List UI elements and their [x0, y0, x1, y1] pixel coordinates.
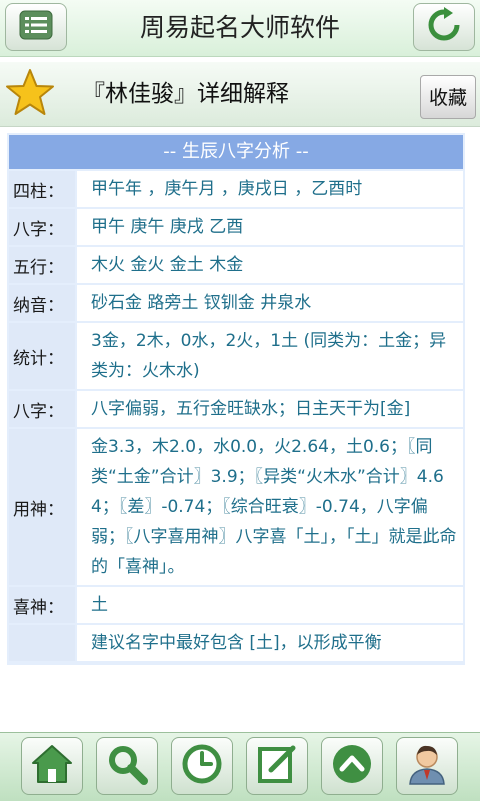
row-label — [9, 625, 75, 661]
home-icon — [30, 743, 74, 789]
row-label: 四柱： — [9, 171, 75, 207]
row-value: 甲午年 ，庚午月 ，庚戌日 ，乙酉时 — [77, 171, 463, 207]
row-label: 五行： — [9, 247, 75, 283]
bottom-nav-bar — [0, 732, 480, 801]
content-scroll-area[interactable]: -- 生辰八字分析 -- 四柱： 甲午年 ，庚午月 ，庚戌日 ，乙酉时 八字： … — [0, 130, 480, 732]
section-title: -- 生辰八字分析 -- — [9, 135, 463, 169]
table-row: 五行： 木火 金火 金土 木金 — [9, 247, 463, 283]
name-detail-title: 『林佳骏』详细解释 — [82, 81, 289, 107]
user-button[interactable] — [396, 737, 458, 795]
row-label: 用神： — [9, 429, 75, 585]
row-label: 八字： — [9, 391, 75, 427]
favorite-button[interactable]: 收藏 — [420, 75, 476, 119]
user-icon — [405, 742, 449, 790]
history-button[interactable] — [171, 737, 233, 795]
table-row: 用神： 金3.3，木2.0，水0.0，火2.64，土0.6；〖同类“土金”合计〗… — [9, 429, 463, 585]
table-row: 建议名字中最好包含 [土]，以形成平衡 — [9, 625, 463, 661]
refresh-button[interactable] — [413, 3, 475, 51]
scroll-top-button[interactable] — [321, 737, 383, 795]
app-top-bar: 周易起名大师软件 — [0, 0, 480, 57]
row-value: 甲午 庚午 庚戌 乙酉 — [77, 209, 463, 245]
table-row: 八字： 甲午 庚午 庚戌 乙酉 — [9, 209, 463, 245]
search-button[interactable] — [96, 737, 158, 795]
row-label: 喜神： — [9, 587, 75, 623]
row-value: 土 — [77, 587, 463, 623]
menu-button[interactable] — [5, 3, 67, 51]
bazi-analysis-panel: -- 生辰八字分析 -- 四柱： 甲午年 ，庚午月 ，庚戌日 ，乙酉时 八字： … — [7, 133, 465, 665]
search-icon — [105, 742, 149, 790]
detail-header: 『林佳骏』详细解释 收藏 — [0, 62, 480, 127]
table-row: 纳音： 砂石金 路旁土 钗钏金 井泉水 — [9, 285, 463, 321]
app-title: 周易起名大师软件 — [139, 13, 340, 42]
table-row: 八字： 八字偏弱，五行金旺缺水；日主天干为[金] — [9, 391, 463, 427]
edit-icon — [255, 742, 299, 790]
row-value: 金3.3，木2.0，水0.0，火2.64，土0.6；〖同类“土金”合计〗3.9；… — [77, 429, 463, 585]
row-value: 八字偏弱，五行金旺缺水；日主天干为[金] — [77, 391, 463, 427]
star-icon[interactable] — [4, 67, 56, 123]
chevron-up-icon — [330, 742, 374, 790]
home-button[interactable] — [21, 737, 83, 795]
row-value: 砂石金 路旁土 钗钏金 井泉水 — [77, 285, 463, 321]
table-row: 四柱： 甲午年 ，庚午月 ，庚戌日 ，乙酉时 — [9, 171, 463, 207]
table-row: 统计： 3金，2木，0水，2火，1土 (同类为：土金；异类为：火木水) — [9, 323, 463, 389]
refresh-icon — [426, 7, 462, 47]
row-value: 建议名字中最好包含 [土]，以形成平衡 — [77, 625, 463, 661]
row-label: 八字： — [9, 209, 75, 245]
edit-button[interactable] — [246, 737, 308, 795]
row-label: 纳音： — [9, 285, 75, 321]
row-value: 3金，2木，0水，2火，1土 (同类为：土金；异类为：火木水) — [77, 323, 463, 389]
list-icon — [19, 10, 53, 44]
row-label: 统计： — [9, 323, 75, 389]
table-row: 喜神： 土 — [9, 587, 463, 623]
row-value: 木火 金火 金土 木金 — [77, 247, 463, 283]
clock-icon — [180, 742, 224, 790]
